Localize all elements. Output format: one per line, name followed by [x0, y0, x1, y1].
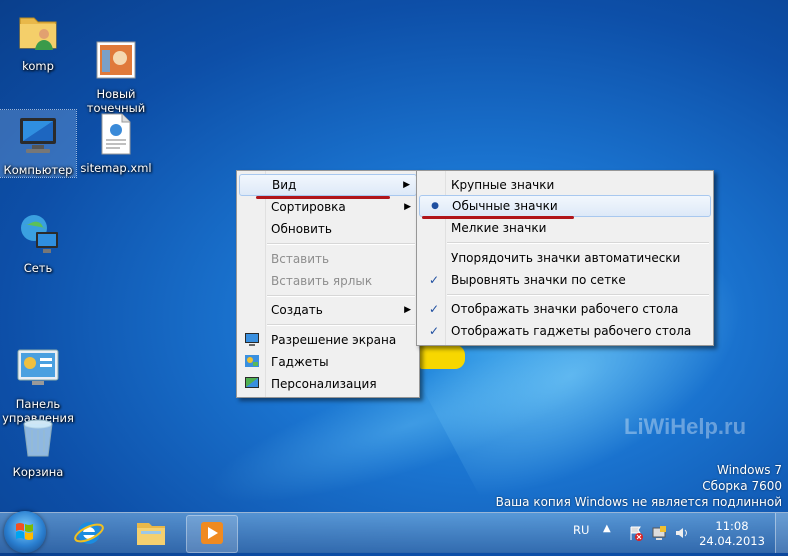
watermark-line: Сборка 7600: [702, 479, 782, 493]
desktop-context-menu: Вид ▶ Сортировка ▶ Обновить Вставить Вст…: [236, 170, 420, 398]
menu-item-show-gadgets[interactable]: ✓ Отображать гаджеты рабочего стола: [419, 320, 711, 342]
menu-item-label: Вставить ярлык: [271, 274, 373, 288]
menu-item-refresh[interactable]: Обновить: [239, 218, 417, 240]
menu-item-label: Упорядочить значки автоматически: [451, 251, 681, 265]
internet-explorer-icon: [74, 522, 104, 544]
desktop-icon-computer[interactable]: Компьютер: [0, 109, 77, 178]
menu-item-new[interactable]: Создать ▶: [239, 299, 417, 321]
menu-item-label: Обычные значки: [452, 199, 558, 213]
clock-date: 24.04.2013: [699, 534, 765, 548]
submenu-arrow-icon: ▶: [404, 305, 411, 315]
desktop-icon-network[interactable]: Сеть: [0, 210, 76, 275]
checkmark-icon: ✓: [428, 302, 440, 316]
desktop: komp Новый точечный р... Компьютер: [0, 0, 788, 553]
desktop-icon-label: Сеть: [23, 261, 53, 275]
start-button[interactable]: [4, 511, 46, 553]
volume-icon[interactable]: [674, 525, 690, 544]
menu-separator: [447, 242, 709, 244]
menu-item-label: Мелкие значки: [451, 221, 547, 235]
menu-item-label: Сортировка: [271, 200, 346, 214]
network-globe-icon: [14, 210, 62, 258]
gadgets-icon: [244, 354, 260, 369]
network-tray-icon[interactable]: [651, 525, 667, 544]
watermark-line: Ваша копия Windows не является подлинной: [495, 495, 782, 509]
menu-item-label: Персонализация: [271, 377, 377, 391]
highlight-underline: [422, 216, 574, 219]
desktop-icon-recycle-bin[interactable]: Корзина: [0, 414, 76, 479]
menu-item-label: Создать: [271, 303, 323, 317]
folder-icon: [137, 523, 165, 545]
clock-time: 11:08: [715, 519, 749, 533]
menu-item-auto-arrange[interactable]: Упорядочить значки автоматически: [419, 247, 711, 269]
menu-item-personalization[interactable]: Персонализация: [239, 373, 417, 395]
menu-item-paste[interactable]: Вставить: [239, 248, 417, 270]
menu-item-label: Отображать значки рабочего стола: [451, 302, 679, 316]
menu-item-label: Гаджеты: [271, 355, 329, 369]
desktop-icon-label: Корзина: [12, 465, 64, 479]
screen-resolution-icon: [244, 332, 260, 347]
desktop-icon-sitemap[interactable]: sitemap.xml: [78, 110, 154, 175]
menu-item-label: Отображать гаджеты рабочего стола: [451, 324, 692, 338]
menu-item-sort[interactable]: Сортировка ▶: [239, 196, 417, 218]
desktop-icon-komp[interactable]: komp: [0, 8, 76, 73]
watermark-line: Windows 7: [716, 463, 782, 477]
view-submenu: Крупные значки ● Обычные значки Мелкие з…: [416, 170, 714, 346]
bitmap-image-icon: [92, 22, 140, 79]
show-desktop-button[interactable]: [775, 513, 788, 553]
desktop-icon-label: komp: [22, 59, 54, 73]
clock[interactable]: 11:08 24.04.2013: [698, 519, 766, 549]
menu-separator: [267, 295, 415, 297]
taskbar: RU ▲ 11:08 24.04.2013: [0, 511, 788, 553]
xml-file-icon: [92, 110, 140, 158]
submenu-arrow-icon: ▶: [403, 180, 410, 190]
checkmark-icon: ✓: [428, 273, 440, 287]
menu-item-paste-shortcut[interactable]: Вставить ярлык: [239, 270, 417, 292]
language-indicator[interactable]: RU: [573, 523, 589, 537]
menu-item-screen-resolution[interactable]: Разрешение экрана: [239, 329, 417, 351]
menu-item-label: Крупные значки: [451, 178, 555, 192]
desktop-icon-control-panel[interactable]: Панель управления: [0, 318, 76, 425]
computer-icon: [14, 112, 62, 160]
taskbar-media-player-button[interactable]: [186, 515, 238, 553]
menu-separator: [267, 324, 415, 326]
menu-separator: [447, 294, 709, 296]
site-watermark: LiWiHelp.ru: [624, 414, 747, 439]
menu-item-gadgets[interactable]: Гаджеты: [239, 351, 417, 373]
personalization-icon: [244, 376, 260, 391]
action-center-icon[interactable]: [628, 525, 644, 544]
menu-item-label: Выровнять значки по сетке: [451, 273, 626, 287]
checkmark-icon: ✓: [428, 324, 440, 338]
menu-item-label: Вставить: [271, 252, 330, 266]
tray-expand-icon[interactable]: ▲: [603, 523, 611, 534]
control-panel-icon: [14, 332, 62, 385]
menu-item-label: Обновить: [271, 222, 332, 236]
menu-item-label: Разрешение экрана: [271, 333, 397, 347]
windows-logo-icon: [16, 523, 33, 540]
highlight-underline: [256, 196, 390, 199]
menu-item-align-to-grid[interactable]: ✓ Выровнять значки по сетке: [419, 269, 711, 291]
menu-separator: [267, 243, 415, 245]
wallpaper-logo-fragment: [420, 345, 465, 369]
recycle-bin-icon: [14, 414, 62, 462]
taskbar-explorer-button[interactable]: [126, 515, 176, 551]
menu-item-small-icons[interactable]: Мелкие значки: [419, 217, 711, 239]
taskbar-ie-button[interactable]: [64, 515, 114, 551]
submenu-arrow-icon: ▶: [404, 202, 411, 212]
menu-item-view[interactable]: Вид ▶: [239, 174, 417, 196]
menu-item-label: Вид: [272, 178, 297, 192]
desktop-icon-label: Компьютер: [3, 163, 73, 177]
radio-bullet-icon: ●: [431, 201, 439, 211]
media-player-icon: [201, 522, 223, 544]
user-folder-icon: [14, 8, 62, 56]
windows-version-watermark: Windows 7 Сборка 7600 Ваша копия Windows…: [496, 462, 782, 510]
menu-item-medium-icons[interactable]: ● Обычные значки: [419, 195, 711, 217]
menu-item-large-icons[interactable]: Крупные значки: [419, 174, 711, 196]
menu-item-show-desktop-icons[interactable]: ✓ Отображать значки рабочего стола: [419, 298, 711, 320]
desktop-icon-label: sitemap.xml: [80, 161, 152, 175]
